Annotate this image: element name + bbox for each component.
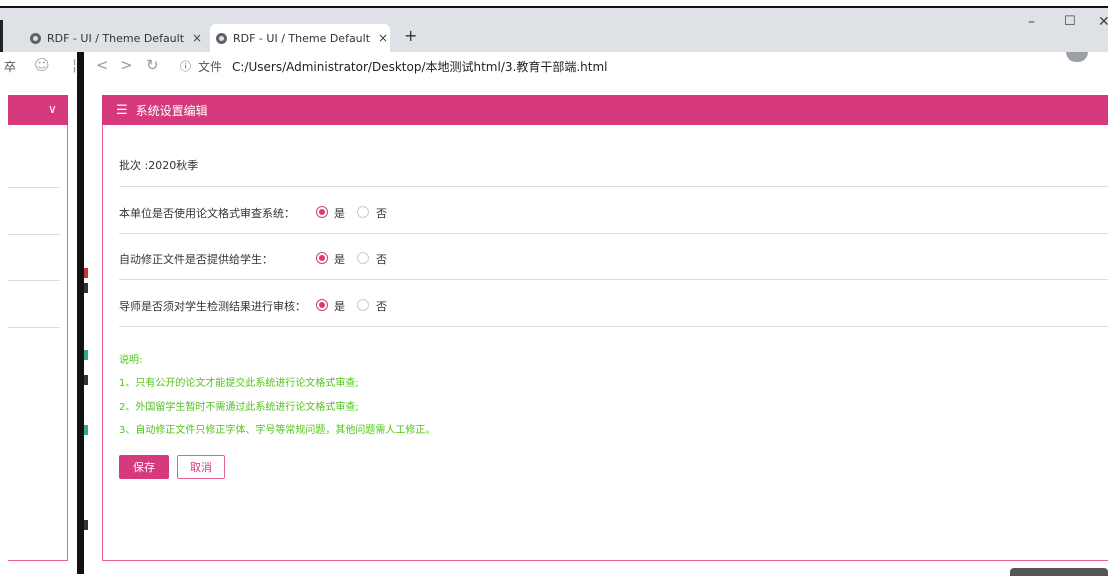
question-label: 导师是否须对学生检测结果进行审核：: [119, 300, 306, 313]
radio-yes-label[interactable]: 是: [334, 298, 345, 314]
left-divider: [8, 234, 60, 235]
radio-yes[interactable]: [316, 299, 328, 311]
browser-tab-1[interactable]: RDF - UI / Theme Default ×: [30, 24, 208, 52]
back-icon[interactable]: <: [96, 56, 109, 74]
close-window-button[interactable]: ✕: [1098, 14, 1108, 30]
browser-tab-2-active[interactable]: RDF - UI / Theme Default ×: [210, 24, 390, 52]
sliver-mark: [84, 350, 88, 360]
row-divider: [119, 279, 1108, 280]
save-button[interactable]: 保存: [119, 455, 169, 479]
left-divider: [8, 280, 60, 281]
radio-yes-label[interactable]: 是: [334, 205, 345, 221]
settings-card: [102, 95, 1108, 561]
globe-icon: [216, 32, 227, 44]
left-panel-header[interactable]: ∨: [8, 95, 68, 125]
forward-icon[interactable]: >: [120, 56, 133, 74]
batch-label: 批次 :2020秋季: [119, 159, 199, 172]
row-divider: [119, 186, 1108, 187]
minimize-button[interactable]: –: [1028, 14, 1035, 30]
address-scheme-label: 文件: [198, 60, 223, 74]
radio-no-label[interactable]: 否: [376, 205, 387, 221]
row-divider: [119, 326, 1108, 327]
maximize-button[interactable]: ☐: [1064, 14, 1076, 29]
background-window-edge: [1010, 568, 1108, 576]
radio-yes-label[interactable]: 是: [334, 251, 345, 267]
note-item: 2、外国留学生暂时不需通过此系统进行论文格式审查;: [119, 402, 359, 413]
row-divider: [119, 233, 1108, 234]
tab-close-icon[interactable]: ×: [378, 31, 388, 45]
radio-no-label[interactable]: 否: [376, 298, 387, 314]
question-label: 本单位是否使用论文格式审查系统：: [119, 207, 295, 220]
sliver-mark: [84, 425, 88, 435]
question-label: 自动修正文件是否提供给学生：: [119, 253, 273, 266]
left-divider: [8, 327, 60, 328]
note-item: 3、自动修正文件只修正字体、字号等常规问题，其他问题需人工修正。: [119, 425, 436, 436]
background-window-sliver: [84, 52, 90, 574]
info-icon[interactable]: ⓘ: [180, 58, 191, 74]
address-url[interactable]: C:/Users/Administrator/Desktop/本地测试html/…: [232, 58, 607, 75]
radio-yes[interactable]: [316, 252, 328, 264]
radio-no-label[interactable]: 否: [376, 251, 387, 267]
window-separator: [77, 52, 84, 574]
radio-no[interactable]: [357, 299, 369, 311]
reload-icon[interactable]: ↻: [146, 56, 159, 74]
menu-icon[interactable]: ☰: [116, 103, 128, 118]
tab-title: RDF - UI / Theme Default: [47, 31, 185, 45]
tab-close-icon[interactable]: ×: [192, 31, 202, 45]
partial-toolbar-icon: 卒: [4, 60, 17, 74]
globe-icon: [30, 32, 41, 44]
tab-title: RDF - UI / Theme Default: [233, 31, 371, 45]
page-title: 系统设置编辑: [135, 103, 208, 118]
radio-no[interactable]: [357, 252, 369, 264]
sliver-mark: [84, 268, 88, 278]
radio-no[interactable]: [357, 206, 369, 218]
new-tab-button[interactable]: +: [404, 26, 417, 45]
radio-yes[interactable]: [316, 206, 328, 218]
sliver-mark: [84, 283, 88, 293]
left-panel: [8, 95, 68, 561]
note-item: 1、只有公开的论文才能提交此系统进行论文格式审查;: [119, 378, 359, 389]
chevron-down-icon[interactable]: ∨: [48, 102, 57, 116]
cancel-button[interactable]: 取消: [177, 455, 225, 479]
left-divider: [8, 187, 60, 188]
sliver-mark: [84, 520, 88, 530]
sliver-mark: [84, 375, 88, 385]
notes-title: 说明:: [119, 355, 143, 366]
card-header: ☰ 系统设置编辑: [102, 95, 1108, 125]
emoji-icon: ☺: [34, 56, 50, 74]
